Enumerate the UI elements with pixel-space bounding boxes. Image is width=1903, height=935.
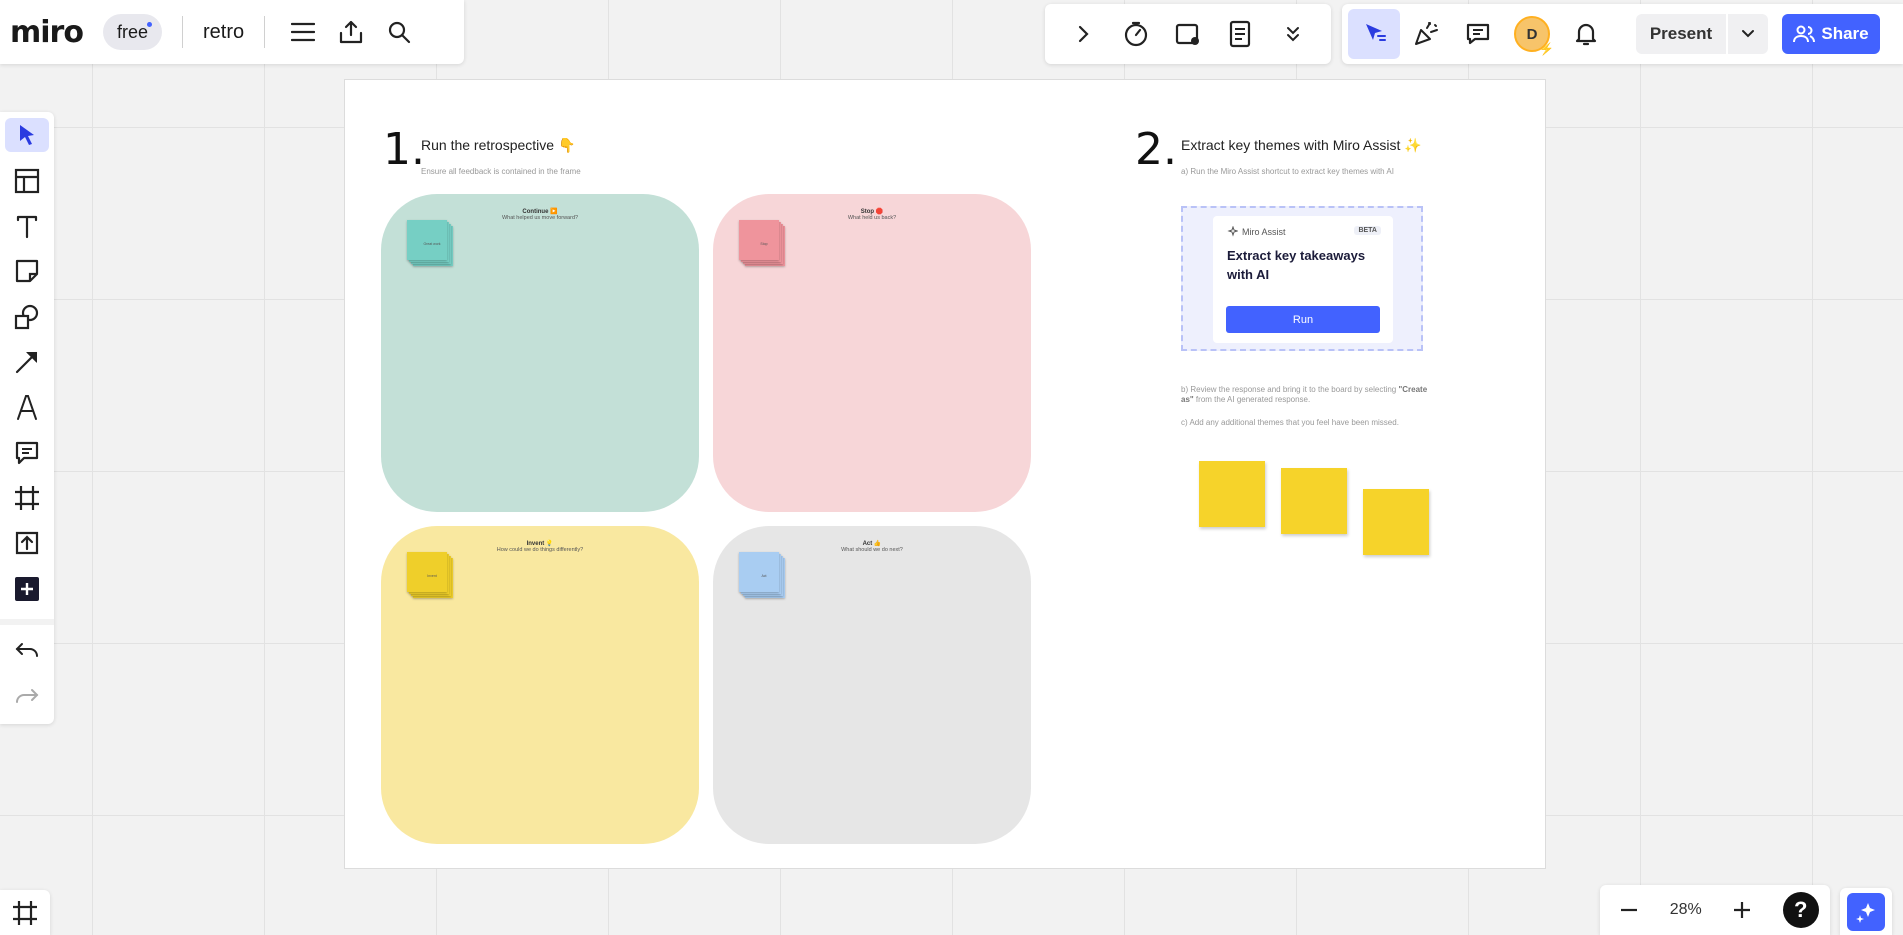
sparkle-icon (1227, 226, 1238, 237)
step-1-title: Run the retrospective 👇 (421, 137, 576, 153)
chevrons-down-icon[interactable] (1267, 9, 1319, 59)
search-icon[interactable] (377, 10, 421, 54)
export-icon[interactable] (329, 10, 373, 54)
sticky-note-label: Great work (423, 242, 441, 246)
quadrant-title: Stop 🛑 (860, 209, 884, 215)
assist-header: Miro Assist (1227, 226, 1286, 237)
sticky-note-stack[interactable]: Invent (407, 552, 453, 598)
zoom-out-icon[interactable] (1611, 892, 1647, 928)
invent-quadrant[interactable]: Invent 💡 How could we do things differen… (381, 526, 699, 844)
step-1-number: 1. (383, 124, 425, 175)
share-label: Share (1821, 24, 1869, 43)
present-dropdown-chevron-icon[interactable] (1728, 14, 1768, 54)
comment-icon[interactable] (5, 436, 49, 470)
zoom-level[interactable]: 28% (1670, 901, 1702, 919)
celebrate-icon[interactable] (1400, 9, 1452, 59)
beta-badge: BETA (1354, 226, 1381, 235)
collaboration-toolbar (1045, 4, 1331, 64)
more-tools-plus-icon[interactable] (5, 572, 49, 606)
notes-icon[interactable] (1214, 9, 1266, 59)
help-button[interactable]: ? (1782, 892, 1819, 928)
plan-badge[interactable]: free (102, 14, 162, 50)
quadrant-title: Continue ▶️ (522, 209, 558, 215)
chevron-right-icon[interactable] (1057, 9, 1109, 59)
miro-assist-shortcut-frame[interactable]: Miro Assist BETA Extract key takeaways w… (1181, 206, 1423, 351)
toolbar-divider (0, 618, 54, 626)
undo-icon[interactable] (5, 633, 49, 667)
share-button[interactable]: Share (1782, 14, 1880, 54)
sticky-note-icon[interactable] (5, 254, 49, 288)
note-b-suffix: from the AI generated response. (1193, 395, 1311, 404)
assist-header-label: Miro Assist (1242, 226, 1286, 237)
act-quadrant[interactable]: Act 👍 What should we do next? Act (713, 526, 1031, 844)
text-icon[interactable] (5, 209, 49, 243)
ai-assist-button[interactable] (1840, 888, 1892, 935)
board-actions-toolbar: D ⚡ Present Share (1342, 4, 1903, 64)
stop-quadrant[interactable]: Stop 🛑 What held us back? Stop (713, 194, 1031, 512)
run-button[interactable]: Run (1226, 306, 1380, 333)
sticky-note-stack[interactable]: Stop (739, 220, 785, 266)
user-avatar[interactable]: D ⚡ (1514, 16, 1554, 56)
step-2-title: Extract key themes with Miro Assist ✨ (1181, 137, 1422, 153)
users-icon (1793, 25, 1816, 43)
cursor-follow-icon[interactable] (1348, 9, 1400, 59)
quadrant-title: Invent 💡 (526, 541, 554, 547)
yellow-sticky-note[interactable] (1281, 468, 1347, 534)
continue-quadrant[interactable]: Continue ▶️ What helped us move forward?… (381, 194, 699, 512)
lightning-icon: ⚡ (1539, 42, 1554, 56)
frames-panel-icon[interactable] (0, 890, 50, 935)
sticky-note-stack[interactable]: Act (739, 552, 785, 598)
step-2-note-a: a) Run the Miro Assist shortcut to extra… (1181, 167, 1394, 176)
divider (181, 16, 183, 48)
templates-icon[interactable] (5, 163, 49, 197)
step-2-note-b: b) Review the response and bring it to t… (1181, 385, 1431, 405)
assist-title: Extract key takeaways with AI (1227, 248, 1366, 282)
sticky-note-stack[interactable]: Great work (407, 220, 453, 266)
plan-label: free (116, 21, 148, 42)
shapes-icon[interactable] (5, 299, 49, 333)
step-2-note-c: c) Add any additional themes that you fe… (1181, 418, 1399, 427)
comments-icon[interactable] (1452, 9, 1504, 59)
zoom-in-icon[interactable] (1724, 892, 1760, 928)
sticky-note-label: Invent (427, 574, 437, 578)
menu-icon[interactable] (281, 10, 325, 54)
board-frame[interactable]: 1. Run the retrospective 👇 Ensure all fe… (344, 79, 1546, 869)
sparkle-icon (1847, 892, 1885, 931)
quadrant-title: Act 👍 (862, 541, 882, 547)
step-2-number: 2. (1135, 124, 1177, 175)
board-name[interactable]: retro (203, 21, 244, 44)
sticky-note-label: Stop (760, 242, 768, 246)
arrow-line-icon[interactable] (5, 345, 49, 379)
creation-toolbar (0, 112, 54, 724)
frame-icon[interactable] (5, 481, 49, 515)
pen-icon[interactable] (5, 390, 49, 424)
present-button[interactable]: Present (1636, 14, 1726, 54)
yellow-sticky-note[interactable] (1363, 489, 1429, 555)
notifications-bell-icon[interactable] (1560, 9, 1612, 59)
miro-assist-card: Miro Assist BETA Extract key takeaways w… (1213, 216, 1393, 343)
zoom-controls: 28% ? (1600, 885, 1830, 935)
board-header: miro free retro (0, 0, 464, 64)
avatar-initial: D (1526, 25, 1538, 43)
card-icon[interactable] (1162, 9, 1214, 59)
note-b-text: b) Review the response and bring it to t… (1181, 385, 1399, 394)
divider (264, 16, 266, 48)
timer-icon[interactable] (1110, 9, 1162, 59)
sticky-note-label: Act (761, 574, 767, 578)
yellow-sticky-note[interactable] (1199, 461, 1265, 527)
select-cursor-icon[interactable] (5, 118, 49, 153)
miro-logo[interactable]: miro (10, 15, 84, 50)
step-1-subtitle: Ensure all feedback is contained in the … (421, 167, 581, 176)
plan-dot (146, 22, 152, 27)
redo-icon[interactable] (5, 679, 49, 713)
upload-icon[interactable] (5, 526, 49, 560)
